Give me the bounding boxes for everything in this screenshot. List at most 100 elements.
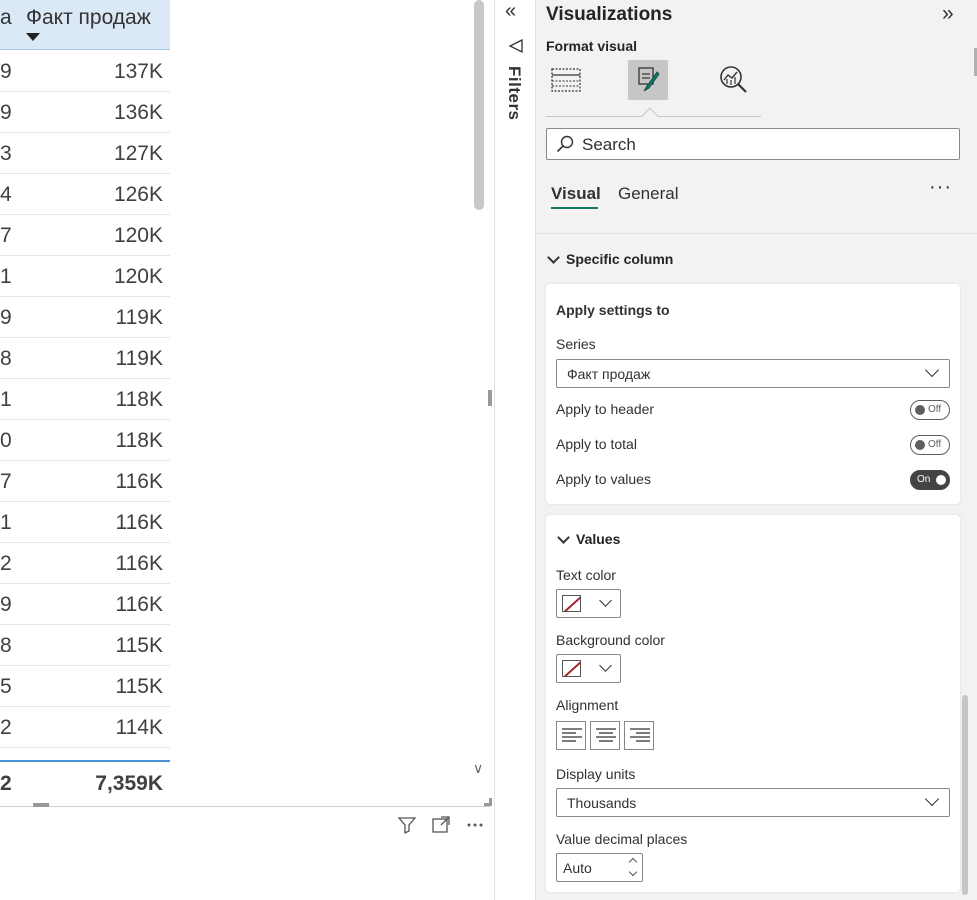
- column-header-1[interactable]: а: [0, 6, 12, 30]
- toggle-state: On: [917, 474, 931, 485]
- decimal-places-label: Value decimal places: [556, 831, 688, 847]
- table-cell: 2: [0, 716, 12, 739]
- tab-visual[interactable]: Visual: [551, 184, 601, 204]
- text-color-picker[interactable]: [556, 589, 621, 618]
- table-vertical-scrollbar[interactable]: ∨: [472, 0, 486, 785]
- table-row[interactable]: 9 116K: [0, 584, 170, 625]
- apply-total-toggle[interactable]: Off: [910, 435, 950, 455]
- chevron-down-icon: [924, 362, 940, 378]
- table-row[interactable]: 9 136K: [0, 92, 170, 133]
- table-cell-sales: 116K: [115, 470, 164, 493]
- pane-title: Visualizations: [546, 4, 673, 25]
- table-cell: 9: [0, 60, 12, 83]
- table-row[interactable]: 9 137K: [0, 51, 170, 92]
- no-color-swatch-icon: [562, 660, 581, 677]
- table-row[interactable]: 1 120K: [0, 256, 170, 297]
- toggle-knob: [936, 475, 946, 485]
- filters-pane-collapsed[interactable]: « Filters: [494, 0, 536, 900]
- format-search-input[interactable]: Search: [546, 128, 960, 160]
- table-cell-sales: 126K: [113, 183, 163, 206]
- paintbrush-icon: [638, 67, 660, 92]
- visualizations-pane: Visualizations » Format visual Search Vi…: [536, 0, 977, 900]
- table-row[interactable]: 5 115K: [0, 666, 170, 707]
- table-cell: 9: [0, 101, 12, 124]
- total-cell-1: 2: [0, 772, 12, 795]
- table-cell-sales: 137K: [113, 60, 163, 83]
- resize-handle-corner[interactable]: [484, 798, 492, 806]
- chevron-down-icon: [557, 530, 570, 544]
- table-cell-sales: 115K: [115, 634, 164, 657]
- decimal-places-stepper[interactable]: Auto: [556, 853, 643, 882]
- collapse-filters-icon[interactable]: «: [505, 0, 516, 23]
- table-row[interactable]: 9 119K: [0, 297, 170, 338]
- table-row[interactable]: 2 116K: [0, 543, 170, 584]
- align-left-button[interactable]: [556, 721, 586, 750]
- table-cell-sales: 120K: [113, 224, 163, 247]
- filters-label[interactable]: Filters: [504, 66, 524, 121]
- series-label: Series: [556, 336, 596, 352]
- table-cell: 7: [0, 470, 12, 493]
- more-options-icon[interactable]: [464, 815, 486, 837]
- search-placeholder: Search: [582, 135, 636, 154]
- visual-header-toolbar: [396, 814, 486, 838]
- specific-column-header[interactable]: Specific column: [547, 250, 673, 267]
- expand-pane-icon[interactable]: »: [942, 2, 954, 26]
- table-row[interactable]: 7 120K: [0, 215, 170, 256]
- tab-general[interactable]: General: [618, 184, 678, 204]
- more-options-button[interactable]: ···: [929, 176, 952, 199]
- table-cell-sales: 114K: [115, 716, 164, 739]
- table-row[interactable]: 8 115K: [0, 625, 170, 666]
- tab-visual-underline: [551, 207, 598, 209]
- report-canvas: а Факт продаж 9 137K 9 136K 3 127K 4 126K 7 120K 1…: [0, 0, 494, 900]
- analytics-magnifier-icon: [720, 66, 747, 93]
- table-row[interactable]: 1 118K: [0, 379, 170, 420]
- table-cell-sales: 116K: [115, 593, 164, 616]
- pane-scrollbar-thumb[interactable]: [962, 695, 968, 895]
- alignment-label: Alignment: [556, 697, 619, 713]
- viz-tab-bar: [546, 60, 761, 116]
- format-visual-tab[interactable]: [628, 60, 668, 100]
- values-section-header[interactable]: Values: [557, 530, 620, 547]
- table-row[interactable]: 0 118K: [0, 420, 170, 461]
- decimal-places-value: Auto: [563, 860, 592, 876]
- align-center-button[interactable]: [590, 721, 620, 750]
- table-row[interactable]: 4 126K: [0, 174, 170, 215]
- chevron-down-icon: [924, 791, 940, 807]
- table-row[interactable]: 8 119K: [0, 338, 170, 379]
- background-color-label: Background color: [556, 632, 665, 648]
- increment-icon[interactable]: [628, 857, 638, 867]
- align-right-button[interactable]: [624, 721, 654, 750]
- scroll-down-icon[interactable]: ∨: [473, 760, 483, 777]
- total-cell-sales: 7,359K: [95, 772, 163, 795]
- series-dropdown[interactable]: Факт продаж: [556, 359, 950, 388]
- display-units-dropdown[interactable]: Thousands: [556, 788, 950, 817]
- table-row[interactable]: 1 116K: [0, 502, 170, 543]
- section-divider: [536, 233, 977, 234]
- build-visual-tab[interactable]: [546, 60, 586, 100]
- decrement-icon[interactable]: [628, 867, 638, 877]
- apply-settings-label: Apply settings to: [556, 302, 670, 318]
- table-cell: 9: [0, 593, 12, 616]
- align-left-icon: [562, 728, 582, 742]
- column-header-sales[interactable]: Факт продаж: [26, 6, 151, 30]
- apply-values-toggle[interactable]: On: [910, 470, 950, 490]
- table-cell: 4: [0, 183, 12, 206]
- filter-icon[interactable]: [396, 815, 418, 837]
- resize-handle-right[interactable]: [488, 390, 492, 406]
- background-color-picker[interactable]: [556, 654, 621, 683]
- table-row[interactable]: 2 114K: [0, 707, 170, 748]
- scrollbar-thumb[interactable]: [474, 0, 484, 210]
- values-card: Values Text color Background color Align…: [546, 515, 960, 892]
- table-cell-sales: 119K: [115, 306, 164, 329]
- format-visual-label: Format visual: [546, 38, 638, 54]
- toggle-state: Off: [928, 404, 942, 415]
- analytics-tab[interactable]: [714, 60, 754, 100]
- table-cell: 1: [0, 388, 12, 411]
- resize-handle-bottom[interactable]: [33, 803, 49, 807]
- visual-border: [0, 806, 490, 807]
- focus-mode-icon[interactable]: [430, 815, 452, 837]
- table-row[interactable]: 3 127K: [0, 133, 170, 174]
- sort-descending-icon[interactable]: [26, 33, 40, 41]
- table-row[interactable]: 7 116K: [0, 461, 170, 502]
- apply-header-toggle[interactable]: Off: [910, 400, 950, 420]
